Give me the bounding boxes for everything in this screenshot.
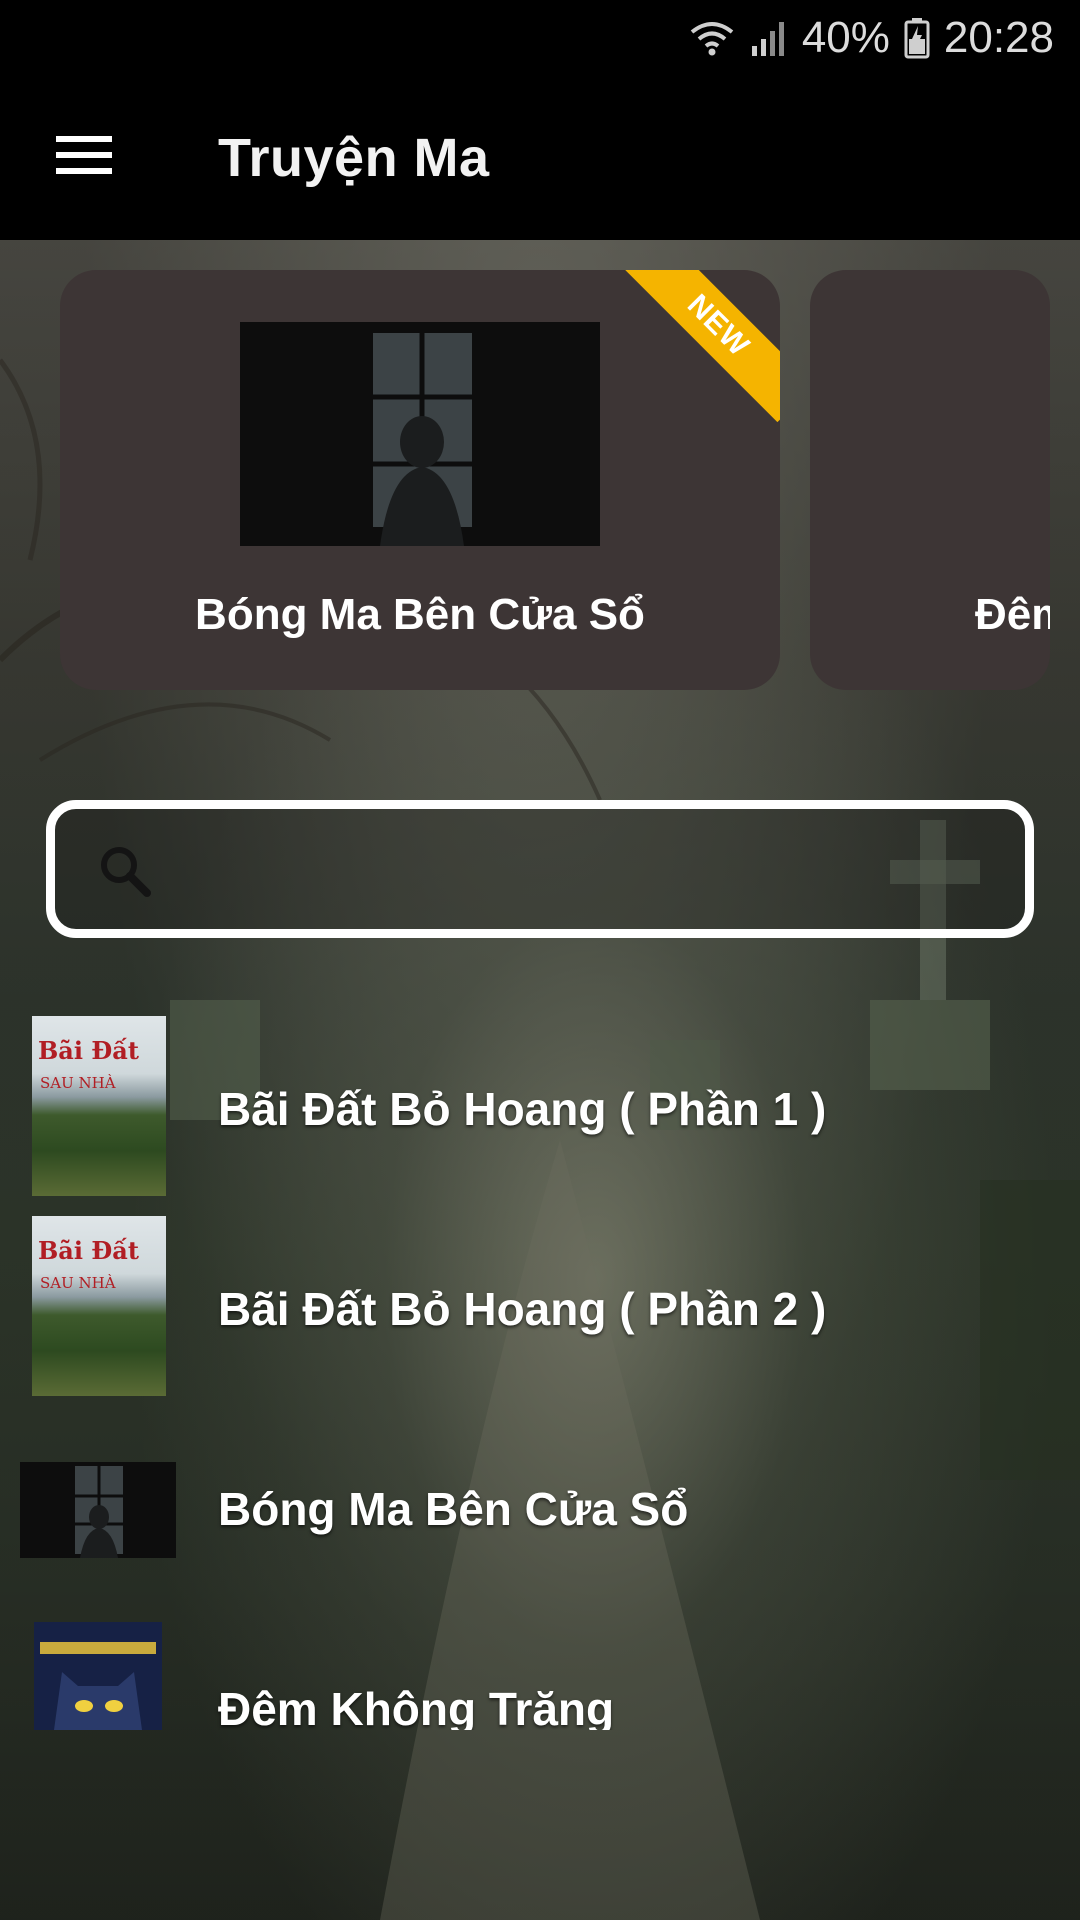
new-badge: NEW: [621, 270, 780, 423]
status-bar: 40% 20:28: [0, 0, 1080, 75]
app-bar: Truyện Ma: [0, 75, 1080, 240]
story-list-item[interactable]: Bãi Đất SAU NHÀ Bãi Đất Bỏ Hoang ( Phần …: [0, 1210, 1080, 1400]
book-cover-title: Bãi Đất: [38, 1236, 139, 1265]
window-ghost-thumbnail: [20, 1462, 176, 1558]
battery-icon: [904, 17, 930, 59]
search-icon: [101, 847, 151, 897]
story-title: Bãi Đất Bỏ Hoang ( Phần 2 ): [218, 1283, 827, 1335]
signal-icon: [750, 18, 788, 58]
app-title: Truyện Ma: [218, 128, 490, 188]
book-cover-title: Bãi Đất: [38, 1036, 139, 1065]
story-list-item[interactable]: Bóng Ma Bên Cửa Sổ: [0, 1410, 1080, 1600]
book-cover-subtitle: SAU NHÀ: [40, 1074, 116, 1092]
book-cover-subtitle: SAU NHÀ: [40, 1274, 116, 1292]
cat-book-cover-thumbnail: [34, 1622, 162, 1730]
book-cover-thumbnail: Bãi Đất SAU NHÀ: [32, 1016, 166, 1196]
hamburger-menu-icon: [56, 136, 112, 174]
wifi-icon: [688, 18, 736, 58]
clock: 20:28: [943, 13, 1054, 62]
search-input[interactable]: [165, 829, 1009, 911]
featured-card[interactable]: Đêm: [810, 270, 1050, 690]
featured-card[interactable]: Bóng Ma Bên Cửa Sổ NEW: [60, 270, 780, 690]
menu-button[interactable]: [44, 115, 124, 195]
card-title: Đêm: [975, 590, 1050, 639]
search-box[interactable]: [46, 800, 1034, 938]
story-list-item[interactable]: Đêm Không Trăng: [0, 1610, 1080, 1730]
battery-percent: 40%: [801, 13, 890, 62]
story-list-item[interactable]: Bãi Đất SAU NHÀ Bãi Đất Bỏ Hoang ( Phần …: [0, 1010, 1080, 1200]
card-thumbnail-window: [240, 322, 600, 546]
card-title: Bóng Ma Bên Cửa Sổ: [195, 590, 645, 639]
story-title: Bãi Đất Bỏ Hoang ( Phần 1 ): [218, 1083, 827, 1135]
book-cover-thumbnail: Bãi Đất SAU NHÀ: [32, 1216, 166, 1396]
story-title: Đêm Không Trăng: [218, 1683, 615, 1730]
story-title: Bóng Ma Bên Cửa Sổ: [218, 1483, 689, 1535]
